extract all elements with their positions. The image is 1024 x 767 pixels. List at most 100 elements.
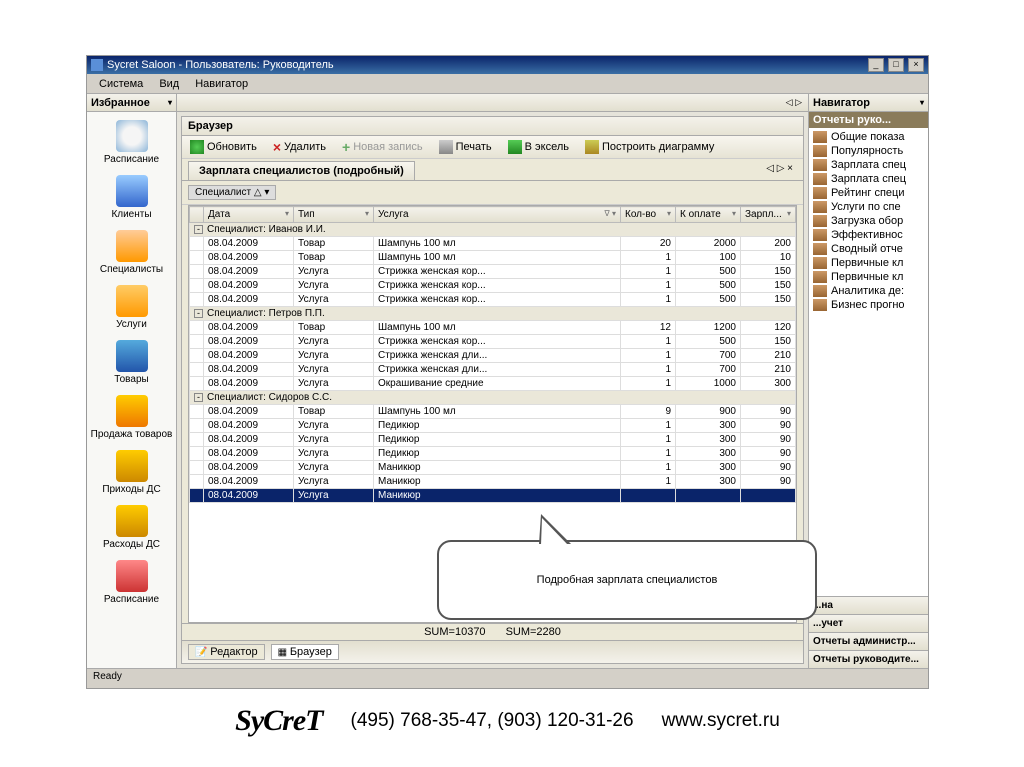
nav-foot-item[interactable]: Отчеты руководите... [809, 650, 928, 668]
nav-tree-item[interactable]: Бизнес прогно [811, 298, 926, 312]
chart-button[interactable]: Построить диаграмму [581, 139, 718, 155]
fav-item[interactable]: Продажа товаров [87, 395, 176, 440]
table-row[interactable]: 08.04.2009УслугаПедикюр130090 [190, 433, 796, 447]
chart-icon [585, 140, 599, 154]
group-chip[interactable]: Специалист △ ▾ [188, 185, 276, 200]
status-bar: Ready [87, 668, 928, 688]
col-topay[interactable]: К оплате▾ [676, 207, 741, 223]
nav-tree-item[interactable]: Услуги по спе [811, 200, 926, 214]
fav-label: Расписание [87, 154, 176, 165]
fav-item[interactable]: Расходы ДС [87, 505, 176, 550]
close-button[interactable]: × [908, 58, 924, 72]
nav-arrows[interactable]: ◁ ▷ [177, 94, 808, 112]
group-row: Специалист △ ▾ [182, 181, 803, 205]
footer-url: www.sycret.ru [662, 710, 780, 732]
group-header-row[interactable]: -Специалист: Иванов И.И. [190, 223, 796, 237]
summary-bar: SUM=10370 SUM=2280 [182, 623, 803, 640]
fav-label: Приходы ДС [87, 484, 176, 495]
table-row[interactable]: 08.04.2009ТоварШампунь 100 мл121200120 [190, 321, 796, 335]
fav-item[interactable]: Расписание [87, 560, 176, 605]
excel-icon [508, 140, 522, 154]
tab-controls[interactable]: ◁ ▷ × [762, 161, 797, 180]
table-row[interactable]: 08.04.2009УслугаСтрижка женская кор...15… [190, 265, 796, 279]
navigator-header[interactable]: Навигатор▾ [809, 94, 928, 112]
tab-browser[interactable]: ▦ Браузер [271, 644, 339, 660]
fav-item[interactable]: Приходы ДС [87, 450, 176, 495]
nav-tree-item[interactable]: Зарплата спец [811, 172, 926, 186]
nav-foot-item[interactable]: ...учет [809, 614, 928, 632]
footer-phones: (495) 768-35-47, (903) 120-31-26 [351, 710, 634, 732]
nav-tree-item[interactable]: Популярность [811, 144, 926, 158]
group-header-row[interactable]: -Специалист: Петров П.П. [190, 307, 796, 321]
col-date[interactable]: Дата▾ [204, 207, 294, 223]
menu-view[interactable]: Вид [151, 78, 187, 90]
table-row[interactable]: 08.04.2009УслугаМаникюр130090 [190, 475, 796, 489]
nav-tree-item[interactable]: Загрузка обор [811, 214, 926, 228]
table-row[interactable]: 08.04.2009УслугаСтрижка женская кор...15… [190, 293, 796, 307]
col-type[interactable]: Тип▾ [294, 207, 374, 223]
report-icon [813, 187, 827, 199]
toolbar: Обновить ×Удалить +Новая запись Печать В… [182, 136, 803, 159]
delete-button[interactable]: ×Удалить [269, 140, 330, 154]
table-row[interactable]: 08.04.2009УслугаСтрижка женская дли...17… [190, 349, 796, 363]
col-service[interactable]: Услуга∇ ▾ [374, 207, 621, 223]
group-header-row[interactable]: -Специалист: Сидоров С.С. [190, 391, 796, 405]
print-icon [439, 140, 453, 154]
nav-foot-item[interactable]: ...на [809, 596, 928, 614]
nav-tree-item[interactable]: Общие показа [811, 130, 926, 144]
minimize-button[interactable]: _ [868, 58, 884, 72]
fav-item[interactable]: Товары [87, 340, 176, 385]
fav-icon [116, 340, 148, 372]
fav-icon [116, 175, 148, 207]
col-qty[interactable]: Кол-во▾ [621, 207, 676, 223]
fav-icon [116, 560, 148, 592]
collapse-icon[interactable]: - [194, 393, 203, 402]
fav-item[interactable]: Услуги [87, 285, 176, 330]
menu-navigator[interactable]: Навигатор [187, 78, 256, 90]
navigator-section[interactable]: Отчеты руко... [809, 112, 928, 128]
fav-item[interactable]: Специалисты [87, 230, 176, 275]
table-row[interactable]: 08.04.2009УслугаМаникюр130090 [190, 461, 796, 475]
fav-label: Специалисты [87, 264, 176, 275]
print-button[interactable]: Печать [435, 139, 496, 155]
nav-tree-item[interactable]: Зарплата спец [811, 158, 926, 172]
table-row[interactable]: 08.04.2009УслугаПедикюр130090 [190, 447, 796, 461]
tab-editor[interactable]: 📝 Редактор [188, 644, 265, 660]
navigator-footer: ...на...учетОтчеты администр...Отчеты ру… [809, 596, 928, 668]
table-row[interactable]: 08.04.2009ТоварШампунь 100 мл110010 [190, 251, 796, 265]
fav-label: Услуги [87, 319, 176, 330]
table-row[interactable]: 08.04.2009УслугаМаникюр [190, 489, 796, 503]
table-row[interactable]: 08.04.2009УслугаСтрижка женская дли...17… [190, 363, 796, 377]
fav-item[interactable]: Клиенты [87, 175, 176, 220]
bottom-tabs: 📝 Редактор ▦ Браузер [182, 640, 803, 663]
plus-icon: + [342, 141, 350, 153]
fav-label: Продажа товаров [87, 429, 176, 440]
collapse-icon[interactable]: - [194, 309, 203, 318]
nav-tree-item[interactable]: Аналитика де: [811, 284, 926, 298]
table-row[interactable]: 08.04.2009УслугаСтрижка женская кор...15… [190, 335, 796, 349]
table-row[interactable]: 08.04.2009ТоварШампунь 100 мл990090 [190, 405, 796, 419]
report-icon [813, 159, 827, 171]
favorites-header[interactable]: Избранное▾ [87, 94, 176, 112]
nav-tree-item[interactable]: Рейтинг специ [811, 186, 926, 200]
table-row[interactable]: 08.04.2009ТоварШампунь 100 мл202000200 [190, 237, 796, 251]
table-row[interactable]: 08.04.2009УслугаПедикюр130090 [190, 419, 796, 433]
table-row[interactable]: 08.04.2009УслугаСтрижка женская кор...15… [190, 279, 796, 293]
refresh-button[interactable]: Обновить [186, 139, 261, 155]
fav-item[interactable]: Расписание [87, 120, 176, 165]
logo: SyCreT [235, 704, 322, 738]
menu-system[interactable]: Система [91, 78, 151, 90]
col-salary[interactable]: Зарпл...▾ [741, 207, 796, 223]
table-row[interactable]: 08.04.2009УслугаОкрашивание средние11000… [190, 377, 796, 391]
panel-title: Браузер [182, 117, 803, 136]
nav-foot-item[interactable]: Отчеты администр... [809, 632, 928, 650]
nav-tree-item[interactable]: Первичные кл [811, 256, 926, 270]
nav-tree-item[interactable]: Эффективнос [811, 228, 926, 242]
excel-button[interactable]: В эксель [504, 139, 573, 155]
nav-tree-item[interactable]: Сводный отче [811, 242, 926, 256]
collapse-icon[interactable]: - [194, 225, 203, 234]
tab-report[interactable]: Зарплата специалистов (подробный) [188, 161, 415, 180]
maximize-button[interactable]: □ [888, 58, 904, 72]
nav-tree-item[interactable]: Первичные кл [811, 270, 926, 284]
fav-icon [116, 230, 148, 262]
